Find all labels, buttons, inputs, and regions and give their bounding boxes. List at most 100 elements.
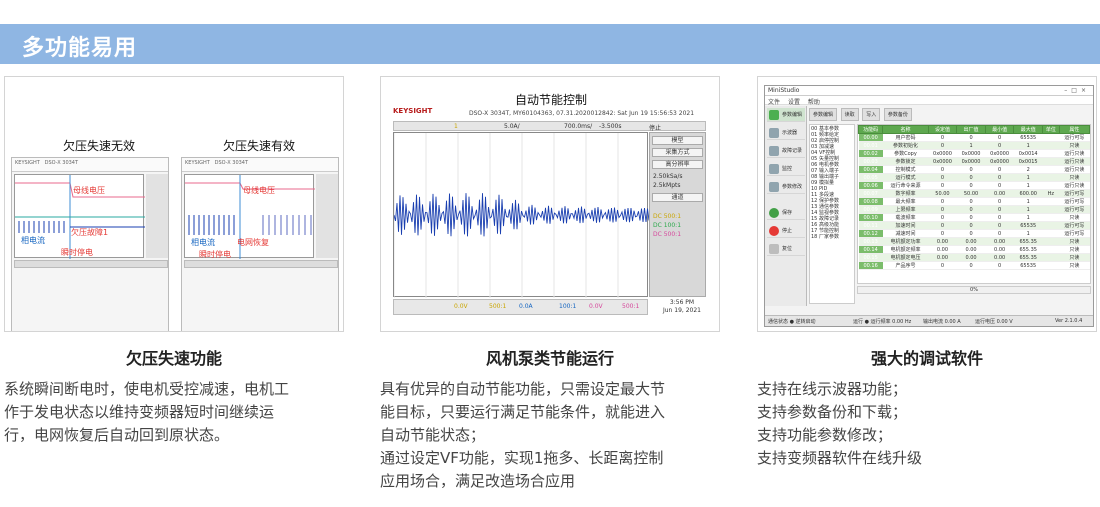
- nav-item-reset[interactable]: 复位: [767, 242, 805, 256]
- scope-capture-disabled: KEYSIGHT DSO-X 3034T 母线电压 欠压故障1 相电流 瞬时停电: [11, 157, 169, 331]
- table-cell: 载波频率: [882, 213, 929, 222]
- param-table[interactable]: 功能码 名称 设定值 出厂值 最小值 最大值 单位 属性 00.00 用户密码 0 0 0 65535 运…: [857, 124, 1091, 284]
- table-cell: 0: [956, 181, 986, 190]
- table-row[interactable]: 00.12 减速时间 0 0 0 1 运行可写: [858, 229, 1090, 238]
- table-row[interactable]: 00.06 运行命令来源 0 0 0 1 运行只读: [858, 181, 1090, 190]
- table-row[interactable]: 00.14 电机额定频率 0.00 0.00 0.00 655.35 只读: [858, 245, 1090, 254]
- nav-item-scope[interactable]: 示波器: [767, 126, 805, 140]
- table-cell: 00.10: [858, 213, 883, 222]
- table-cell: 控制模式: [882, 165, 929, 174]
- table-row[interactable]: 00.09 上限频率 0 0 0 1 运行可写: [858, 205, 1090, 214]
- timebase: 700.0ms/: [564, 123, 593, 130]
- table-cell: [1042, 197, 1060, 206]
- tab-backup[interactable]: 参数备份: [883, 108, 912, 121]
- side-button-mode[interactable]: 模型: [652, 136, 703, 145]
- status-comm: 通信状态 ● 逆转启动: [768, 319, 816, 325]
- table-cell: 00.01: [858, 141, 883, 150]
- table-row[interactable]: 00.10 载波频率 0 0 0 1 只读: [858, 213, 1090, 222]
- table-cell: 0: [956, 261, 986, 270]
- table-row[interactable]: 00.13 电机额定功率 0.00 0.00 0.00 655.35 只读: [858, 237, 1090, 246]
- table-cell: [1042, 245, 1060, 254]
- table-row[interactable]: 00.08 最大频率 0 0 0 1 运行可写: [858, 197, 1090, 206]
- table-header: 属性: [1058, 125, 1090, 134]
- menu-file[interactable]: 文件: [768, 99, 780, 106]
- desc-line: 支持在线示波器功能；: [757, 380, 908, 398]
- table-cell: 用户密码: [882, 133, 929, 142]
- table-row[interactable]: 00.00 用户密码 0 0 0 65535 运行可写: [858, 133, 1090, 142]
- table-cell: 0: [985, 229, 1014, 238]
- table-cell: 运行只读: [1059, 149, 1090, 158]
- feature-image-undervoltage: 欠压失速无效 欠压失速有效 KEYSIGHT DSO-X 3034T 母线电压 …: [4, 76, 344, 332]
- scope-date: Jun 19, 2021: [662, 307, 701, 314]
- table-cell: 0.00: [956, 253, 986, 262]
- nav-item-monitor[interactable]: 监控: [767, 162, 805, 176]
- table-cell: 0x0014: [1013, 149, 1043, 158]
- table-cell: [1042, 141, 1060, 150]
- tab-write[interactable]: 写入: [862, 108, 881, 121]
- nav-item-stop[interactable]: 停止: [767, 224, 805, 238]
- desc-line: 支持变频器软件在线升级: [757, 449, 923, 467]
- table-row[interactable]: 00.03 参数锁定 0x0000 0x0000 0x0000 0x0015 运行只读: [858, 157, 1090, 166]
- menu-help[interactable]: 帮助: [808, 99, 820, 106]
- group-tree[interactable]: 00 基本参数 01 频率给定 02 启停控制 03 加减速 04 VF控制 05 矢量控…: [809, 124, 855, 304]
- window-controls[interactable]: –□×: [1064, 87, 1090, 94]
- table-cell: 1: [1013, 205, 1043, 214]
- side-button-acquire[interactable]: 采集方式: [652, 148, 703, 157]
- table-cell: 0x0000: [928, 149, 957, 158]
- scope-plot: [393, 132, 650, 298]
- feature-image-energy-saving: 自动节能控制 KEYSIGHT DSO-X 3034T, MY60104363,…: [380, 76, 720, 332]
- trigger-status: 停止: [649, 125, 662, 132]
- status-run-freq: 运行 ● 运行频率 0.00 Hz: [853, 319, 912, 325]
- ch1-probe: 500:1: [489, 303, 507, 310]
- tab-param-edit[interactable]: 参数编辑: [809, 108, 838, 121]
- table-cell: 00.12: [858, 229, 883, 238]
- table-cell: [1042, 261, 1060, 270]
- table-row[interactable]: 00.05 运行模式 0 0 0 1 只读: [858, 173, 1090, 182]
- toolbar-tabs: 参数编辑 读取 写入 参数备份: [809, 108, 1091, 121]
- table-row[interactable]: 00.01 参数初始化 0 1 0 1 只读: [858, 141, 1090, 150]
- table-cell: 运行模式: [882, 173, 929, 182]
- table-cell: 0: [956, 173, 986, 182]
- tag-phase-current: 相电流: [21, 236, 45, 245]
- scope-header: KEYSIGHT DSO-X 3034T: [12, 158, 168, 172]
- table-header: 功能码: [858, 125, 884, 134]
- list-icon: [769, 146, 779, 156]
- table-row[interactable]: 00.16 产品序号 0 0 0 65535 只读: [858, 261, 1090, 270]
- table-cell: 00.07: [858, 189, 883, 198]
- desc-line: 作于发电状态以维持变频器短时间继续运: [4, 403, 275, 421]
- nav-item-param-modify[interactable]: 参数修改: [767, 180, 805, 194]
- table-cell: 0: [928, 173, 957, 182]
- table-cell: [1042, 229, 1060, 238]
- table-cell: 655.35: [1013, 245, 1043, 254]
- tag-bus-voltage: 母线电压: [73, 186, 105, 195]
- table-cell: 0x0000: [928, 157, 957, 166]
- tag-instant-outage: 瞬时停电: [61, 248, 93, 257]
- ch3-offset: 0.0V: [589, 303, 603, 310]
- table-cell: 参数Copy: [882, 149, 929, 158]
- scope-clock: 3:56 PM Jun 19, 2021: [657, 299, 707, 315]
- scope-time: 3:56 PM: [669, 299, 695, 306]
- nav-item-save[interactable]: 保存: [767, 206, 805, 220]
- table-row[interactable]: 00.15 电机额定电压 0.00 0.00 0.00 655.35 只读: [858, 253, 1090, 262]
- tab-read[interactable]: 读取: [840, 108, 859, 121]
- table-row[interactable]: 00.11 加速时间 0 0 0 65535 运行可写: [858, 221, 1090, 230]
- desc-line: 支持功能参数修改；: [757, 426, 893, 444]
- table-cell: 加速时间: [882, 221, 929, 230]
- table-row[interactable]: 00.04 控制模式 0 0 0 2 运行只读: [858, 165, 1090, 174]
- table-cell: 00.08: [858, 197, 883, 206]
- table-row[interactable]: 00.07 数字频率 50.00 50.00 0.00 600.00 Hz 运行可写: [858, 189, 1090, 198]
- table-cell: 0.00: [985, 237, 1014, 246]
- nav-item-param-edit[interactable]: 参数编辑: [767, 108, 805, 122]
- table-cell: 0: [985, 261, 1014, 270]
- table-cell: 00.04: [858, 165, 883, 174]
- nav-item-fault-log[interactable]: 故障记录: [767, 144, 805, 158]
- table-row[interactable]: 00.02 参数Copy 0x0000 0x0000 0x0000 0x0014 运行只读: [858, 149, 1090, 158]
- table-cell: 产品序号: [882, 261, 929, 270]
- table-cell: [1042, 221, 1060, 230]
- side-button-channel[interactable]: 通道: [652, 193, 703, 202]
- section-banner: 多功能易用: [0, 24, 1100, 64]
- side-button-hires[interactable]: 高分辨率: [652, 160, 703, 169]
- table-cell: 0: [956, 221, 986, 230]
- table-cell: 运行命令来源: [882, 181, 929, 190]
- menu-settings[interactable]: 设置: [788, 99, 800, 106]
